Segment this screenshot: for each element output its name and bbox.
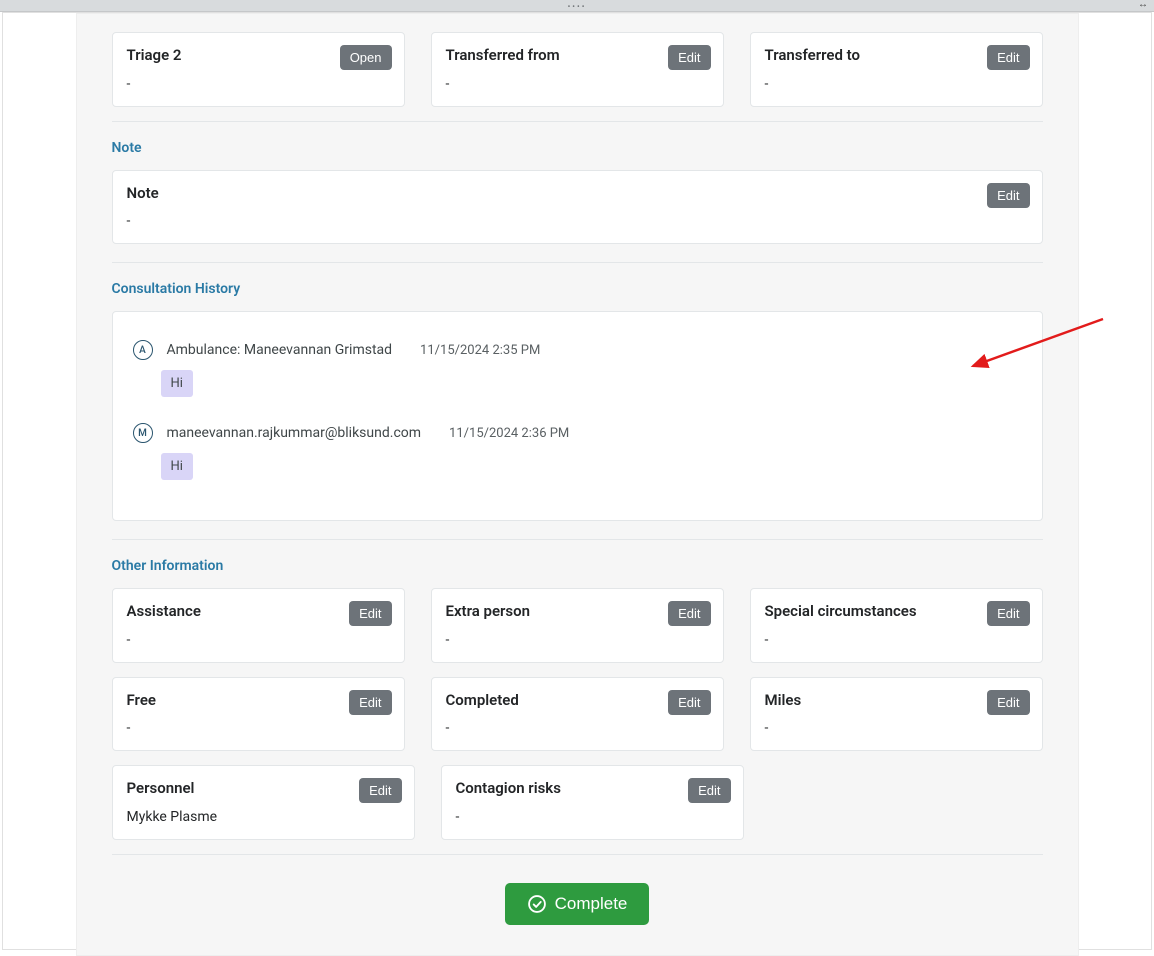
card-triage2: Triage 2 - Open bbox=[112, 32, 405, 107]
card-special-circumstances: Special circumstances - Edit bbox=[750, 588, 1043, 663]
history-section: Consultation History A Ambulance: Maneev… bbox=[112, 281, 1043, 521]
edit-button[interactable]: Edit bbox=[349, 601, 391, 626]
history-timestamp: 11/15/2024 2:35 PM bbox=[420, 343, 540, 358]
card-note-title: Note bbox=[127, 184, 1028, 204]
history-timestamp: 11/15/2024 2:36 PM bbox=[449, 426, 569, 441]
history-entry: A Ambulance: Maneevannan Grimstad 11/15/… bbox=[133, 340, 1022, 397]
card-triage2-value: - bbox=[127, 76, 390, 92]
open-button[interactable]: Open bbox=[340, 45, 392, 70]
other-row-3: Personnel Mykke Plasme Edit Contagion ri… bbox=[112, 765, 1043, 840]
card-personnel-value: Mykke Plasme bbox=[127, 809, 400, 825]
history-message-wrap: Hi bbox=[161, 453, 1022, 480]
card-extra-person-value: - bbox=[446, 632, 709, 648]
edit-button[interactable]: Edit bbox=[668, 601, 710, 626]
edit-button[interactable]: Edit bbox=[349, 690, 391, 715]
history-message-wrap: Hi bbox=[161, 370, 1022, 397]
card-miles: Miles - Edit bbox=[750, 677, 1043, 752]
card-contagion-value: - bbox=[456, 809, 729, 825]
edit-button[interactable]: Edit bbox=[688, 778, 730, 803]
card-transferred-to-value: - bbox=[765, 76, 1028, 92]
check-circle-icon bbox=[527, 894, 547, 914]
card-completed-value: - bbox=[446, 720, 709, 736]
complete-wrap: Complete bbox=[112, 883, 1043, 925]
history-entry-header: M maneevannan.rajkummar@bliksund.com 11/… bbox=[133, 423, 1022, 443]
card-miles-value: - bbox=[765, 720, 1028, 736]
complete-button-label: Complete bbox=[555, 894, 628, 914]
window-top-bar: •••• ↔ bbox=[0, 0, 1154, 12]
top-card-row: Triage 2 - Open Transferred from - Edit … bbox=[112, 32, 1043, 107]
message-chip: Hi bbox=[161, 370, 193, 397]
note-heading: Note bbox=[112, 140, 1043, 156]
card-contagion: Contagion risks - Edit bbox=[441, 765, 744, 840]
history-card: A Ambulance: Maneevannan Grimstad 11/15/… bbox=[112, 311, 1043, 521]
avatar: M bbox=[133, 423, 153, 443]
edit-button[interactable]: Edit bbox=[987, 690, 1029, 715]
complete-button[interactable]: Complete bbox=[505, 883, 650, 925]
avatar: A bbox=[133, 340, 153, 360]
divider bbox=[112, 121, 1043, 122]
card-note: Note - Edit bbox=[112, 170, 1043, 245]
history-entry: M maneevannan.rajkummar@bliksund.com 11/… bbox=[133, 423, 1022, 480]
history-author: maneevannan.rajkummar@bliksund.com bbox=[167, 425, 422, 441]
other-row-2: Free - Edit Completed - Edit Miles - Edi… bbox=[112, 677, 1043, 752]
page-content: Triage 2 - Open Transferred from - Edit … bbox=[76, 13, 1079, 956]
drag-dots-icon: •••• bbox=[568, 2, 587, 11]
note-section: Note Note - Edit bbox=[112, 140, 1043, 245]
card-extra-person: Extra person - Edit bbox=[431, 588, 724, 663]
card-note-value: - bbox=[127, 213, 1028, 229]
edit-button[interactable]: Edit bbox=[987, 183, 1029, 208]
card-transferred-to: Transferred to - Edit bbox=[750, 32, 1043, 107]
other-info-heading: Other Information bbox=[112, 558, 1043, 574]
divider bbox=[112, 539, 1043, 540]
card-free: Free - Edit bbox=[112, 677, 405, 752]
divider bbox=[112, 854, 1043, 855]
edit-button[interactable]: Edit bbox=[987, 601, 1029, 626]
edit-button[interactable]: Edit bbox=[359, 778, 401, 803]
message-chip: Hi bbox=[161, 453, 193, 480]
other-info-section: Other Information Assistance - Edit Extr… bbox=[112, 558, 1043, 840]
card-transferred-from-value: - bbox=[446, 76, 709, 92]
divider bbox=[112, 262, 1043, 263]
card-personnel: Personnel Mykke Plasme Edit bbox=[112, 765, 415, 840]
history-author: Ambulance: Maneevannan Grimstad bbox=[167, 342, 393, 358]
card-assistance: Assistance - Edit bbox=[112, 588, 405, 663]
card-assistance-value: - bbox=[127, 632, 390, 648]
card-completed: Completed - Edit bbox=[431, 677, 724, 752]
other-row-1: Assistance - Edit Extra person - Edit Sp… bbox=[112, 588, 1043, 663]
history-entry-header: A Ambulance: Maneevannan Grimstad 11/15/… bbox=[133, 340, 1022, 360]
resize-arrows-icon[interactable]: ↔ bbox=[1138, 0, 1148, 10]
history-heading: Consultation History bbox=[112, 281, 1043, 297]
edit-button[interactable]: Edit bbox=[668, 690, 710, 715]
edit-button[interactable]: Edit bbox=[987, 45, 1029, 70]
edit-button[interactable]: Edit bbox=[668, 45, 710, 70]
card-transferred-from: Transferred from - Edit bbox=[431, 32, 724, 107]
empty-slot bbox=[770, 765, 1043, 840]
card-special-value: - bbox=[765, 632, 1028, 648]
card-free-value: - bbox=[127, 720, 390, 736]
outer-frame: Triage 2 - Open Transferred from - Edit … bbox=[2, 12, 1152, 950]
